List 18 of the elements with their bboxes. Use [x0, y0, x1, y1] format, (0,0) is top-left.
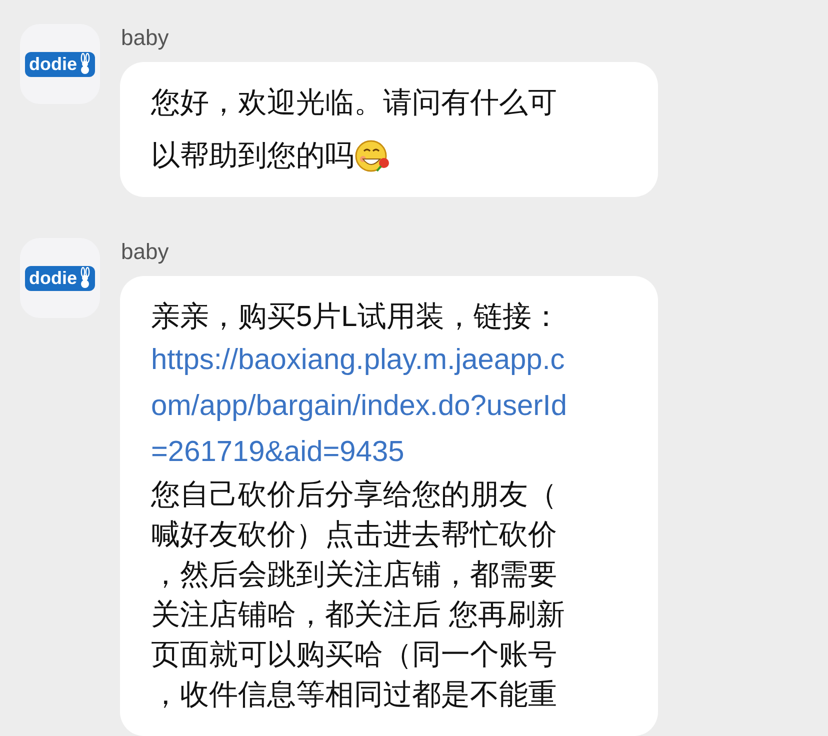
message-link[interactable]: https://baoxiang.play.m.jaeapp.c — [151, 337, 565, 383]
message-text: 页面就可以购买哈（同一个账号 — [151, 638, 557, 673]
message-text: 关注店铺哈，都关注后 您再刷新 — [151, 598, 566, 633]
message-link[interactable]: =261719&aid=9435 — [151, 429, 404, 475]
message-text: 喊好友砍价）点击进去帮忙砍价 — [151, 518, 557, 553]
message-text: ，收件信息等相同过都是不能重 — [151, 678, 557, 713]
sender-name: baby — [121, 24, 170, 52]
avatar[interactable]: dodie — [20, 238, 100, 318]
brand-logo: dodie — [25, 266, 95, 290]
message-text: 您好，欢迎光临。请问有什么可 — [151, 86, 557, 121]
message-text: 您自己砍价后分享给您的朋友（ — [151, 478, 557, 513]
brand-logo: dodie — [25, 52, 95, 76]
sender-name: baby — [121, 238, 170, 266]
avatar[interactable]: dodie — [20, 24, 100, 104]
message-text: 亲亲，购买5片L试用装，链接： — [151, 300, 560, 335]
message-text: 以帮助到您的吗 — [151, 139, 354, 174]
message-text: ，然后会跳到关注店铺，都需要 — [151, 558, 557, 593]
message-link[interactable]: om/app/bargain/index.do?userId — [151, 383, 567, 429]
